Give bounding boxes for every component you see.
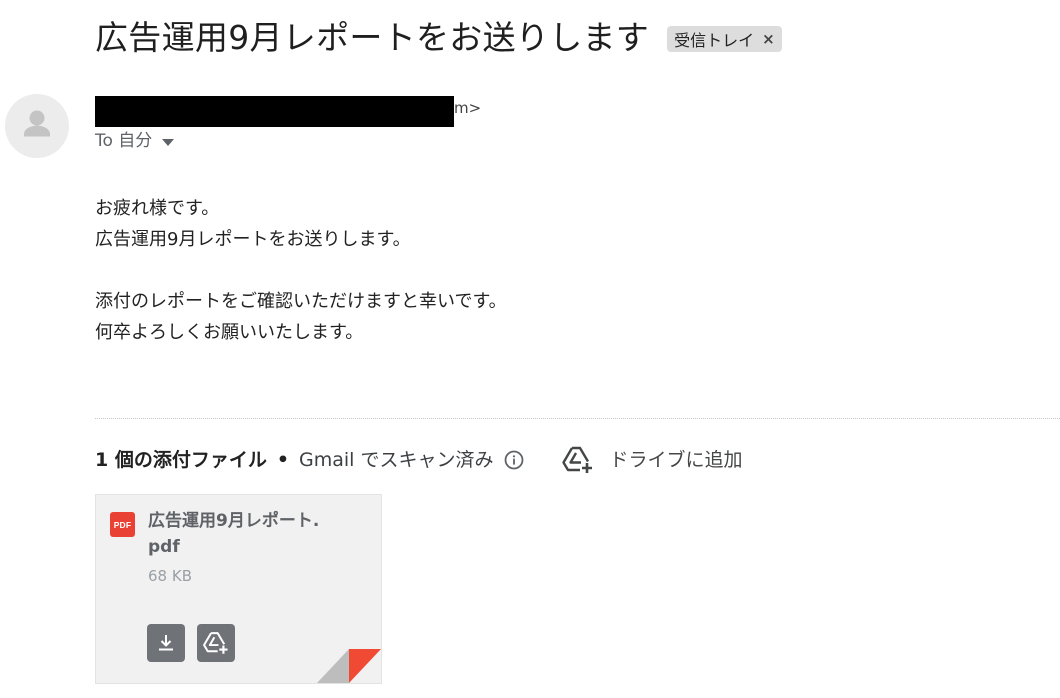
separator-dot: • xyxy=(276,449,289,471)
sender-redaction xyxy=(95,96,454,127)
add-to-drive-button[interactable]: ドライブに追加 xyxy=(561,445,743,475)
subject-row: 広告運用9月レポートをお送りします 受信トレイ × xyxy=(95,16,782,60)
person-icon xyxy=(24,110,50,137)
attachments-header: 1 個の添付ファイル • Gmail でスキャン済み ドライブに追加 xyxy=(95,445,743,475)
attachment-file-name: 広告運用9月レポート.pdf xyxy=(148,511,320,557)
scan-status: Gmail でスキャン済み xyxy=(299,449,494,471)
save-to-drive-button[interactable] xyxy=(197,624,235,662)
body-line: お疲れ様です。 xyxy=(95,198,220,219)
attachments-divider xyxy=(95,418,1060,419)
remove-label-icon[interactable]: × xyxy=(762,30,775,48)
sender-line[interactable]: m> xyxy=(95,96,481,127)
drive-add-icon xyxy=(203,632,228,654)
pdf-file-icon: PDF xyxy=(110,512,135,537)
sender-email-tail: m> xyxy=(454,99,482,117)
download-icon xyxy=(159,635,173,651)
page-fold-corner xyxy=(317,649,381,683)
inbox-label-text: 受信トレイ xyxy=(674,31,755,50)
drive-add-icon xyxy=(561,445,595,475)
sender-avatar[interactable] xyxy=(5,94,69,158)
chevron-down-icon[interactable] xyxy=(162,138,175,146)
email-subject: 広告運用9月レポートをお送りします xyxy=(95,18,650,57)
body-line: 何卒よろしくお願いいたします。 xyxy=(95,322,364,343)
recipient-label: To 自分 xyxy=(95,131,153,151)
body-line: 広告運用9月レポートをお送りします。 xyxy=(95,229,411,250)
body-line: 添付のレポートをご確認いただけますと幸いです。 xyxy=(95,291,507,312)
body-blank-line xyxy=(95,255,507,286)
attachment-card[interactable]: PDF 広告運用9月レポート.pdf 68 KB xyxy=(95,494,382,684)
attachment-count: 1 個の添付ファイル xyxy=(95,449,267,471)
recipient-details-toggle[interactable]: To 自分 xyxy=(95,129,175,153)
download-button[interactable] xyxy=(147,624,185,662)
info-icon[interactable] xyxy=(503,449,525,471)
add-to-drive-label: ドライブに追加 xyxy=(609,449,743,471)
attachment-file-size: 68 KB xyxy=(148,567,192,585)
inbox-label-chip[interactable]: 受信トレイ × xyxy=(667,26,782,52)
email-body: お疲れ様です。 広告運用9月レポートをお送りします。 添付のレポートをご確認いた… xyxy=(95,193,507,348)
